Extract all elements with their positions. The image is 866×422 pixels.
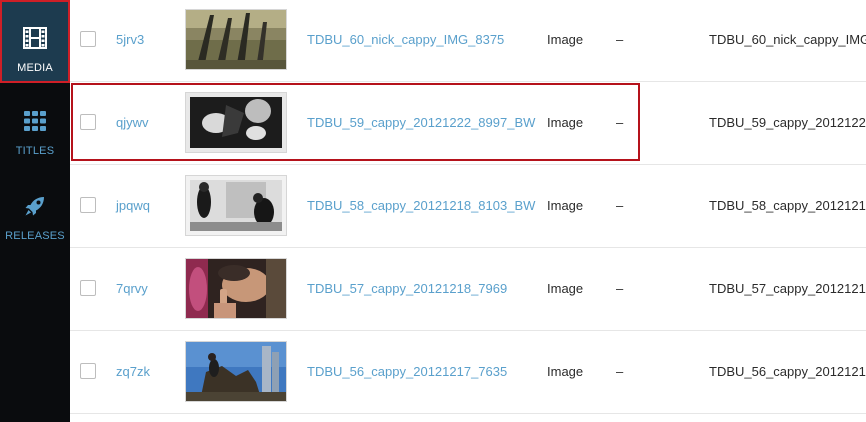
row-checkbox[interactable] — [80, 31, 96, 47]
media-title: TDBU_59_cappy_20121222 — [709, 115, 866, 130]
media-type: Image — [547, 32, 584, 47]
table-row[interactable]: 5jrv3 TDBU_60_nick_cappy_IMG_8375 Image … — [70, 0, 866, 82]
media-title: TDBU_57_cappy_20121218 — [709, 281, 866, 296]
film-icon — [22, 25, 48, 51]
filename-link[interactable]: TDBU_57_cappy_20121218_7969 — [307, 281, 507, 296]
media-type: Image — [547, 364, 584, 379]
row-id-link[interactable]: jpqwq — [116, 198, 150, 213]
media-type: Image — [547, 198, 584, 213]
filename-link[interactable]: TDBU_59_cappy_20121222_8997_BW — [307, 115, 535, 130]
table-row[interactable]: qjywv TDBU_59_cappy_20121222_8997_BW Ima… — [70, 82, 866, 165]
empty-value: – — [616, 198, 624, 213]
sidebar-item-label: RELEASES — [5, 230, 65, 242]
sidebar-item-label: TITLES — [15, 145, 55, 157]
table-row[interactable]: 7qrvy TDBU_57_cappy_20121218_7969 Image … — [70, 248, 866, 331]
media-type: Image — [547, 281, 584, 296]
filename-link[interactable]: TDBU_56_cappy_20121217_7635 — [307, 364, 507, 379]
sidebar-item-titles[interactable]: TITLES — [0, 103, 70, 186]
row-id-link[interactable]: zq7zk — [116, 364, 150, 379]
row-id-link[interactable]: 5jrv3 — [116, 32, 144, 47]
thumbnail-image[interactable] — [185, 258, 287, 319]
filename-link[interactable]: TDBU_58_cappy_20121218_8103_BW — [307, 198, 535, 213]
grid-icon — [22, 108, 48, 134]
row-checkbox[interactable] — [80, 363, 96, 379]
filename-link[interactable]: TDBU_60_nick_cappy_IMG_8375 — [307, 32, 504, 47]
empty-value: – — [616, 115, 624, 130]
row-id-link[interactable]: 7qrvy — [116, 281, 148, 296]
row-checkbox[interactable] — [80, 114, 96, 130]
row-checkbox[interactable] — [80, 197, 96, 213]
empty-value: – — [616, 32, 624, 47]
media-table: 5jrv3 TDBU_60_nick_cappy_IMG_8375 Image … — [70, 0, 866, 422]
media-type: Image — [547, 115, 584, 130]
thumbnail-image[interactable] — [185, 9, 287, 70]
table-row[interactable]: zq7zk TDBU_56_cappy_20121217_7635 Image … — [70, 331, 866, 414]
table-row[interactable]: jpqwq TDBU_58_cappy_20121218_8103_BW Ima… — [70, 165, 866, 248]
rocket-icon — [22, 193, 48, 219]
thumbnail-image[interactable] — [185, 341, 287, 402]
media-title: TDBU_56_cappy_20121217 — [709, 364, 866, 379]
media-title: TDBU_58_cappy_20121218 — [709, 198, 866, 213]
sidebar-item-media[interactable]: MEDIA — [0, 0, 70, 83]
thumbnail-image[interactable] — [185, 92, 287, 153]
media-title: TDBU_60_nick_cappy_IMG — [709, 32, 866, 47]
row-id-link[interactable]: qjywv — [116, 115, 149, 130]
empty-value: – — [616, 364, 624, 379]
sidebar-item-label: MEDIA — [17, 62, 53, 74]
row-checkbox[interactable] — [80, 280, 96, 296]
sidebar-item-releases[interactable]: RELEASES — [0, 188, 70, 271]
thumbnail-image[interactable] — [185, 175, 287, 236]
sidebar: MEDIA TITLES RELEASES — [0, 0, 70, 422]
empty-value: – — [616, 281, 624, 296]
